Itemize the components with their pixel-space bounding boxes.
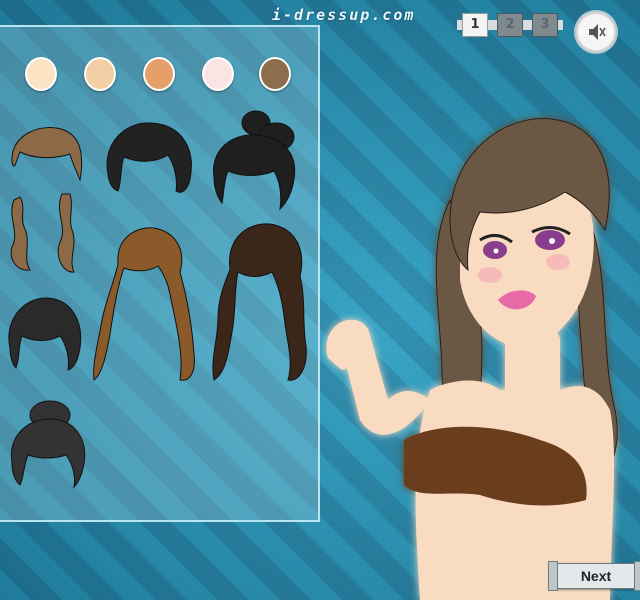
page-button-2[interactable]: 2 xyxy=(492,13,528,37)
skin-tone-swatch-2[interactable] xyxy=(84,57,116,91)
hair-option-1[interactable] xyxy=(2,122,87,282)
hair-option-2[interactable] xyxy=(100,119,198,199)
skin-tone-swatch-4[interactable] xyxy=(202,57,234,91)
hair-option-7[interactable] xyxy=(6,397,88,493)
speaker-muted-icon xyxy=(589,24,606,40)
game-stage: i-dressup.com 1 2 3 Next xyxy=(0,0,640,600)
hair-option-3[interactable] xyxy=(208,107,303,217)
skin-tone-swatch-3[interactable] xyxy=(143,57,175,91)
next-button[interactable]: Next xyxy=(548,561,640,591)
site-logo[interactable]: i-dressup.com xyxy=(272,6,415,24)
dress-up-model[interactable] xyxy=(300,90,640,600)
page-button-3[interactable]: 3 xyxy=(527,13,563,37)
page-button-1[interactable]: 1 xyxy=(457,13,493,37)
skin-tone-swatch-5[interactable] xyxy=(259,57,291,91)
hair-option-4[interactable] xyxy=(88,224,200,389)
hair-option-5[interactable] xyxy=(206,220,310,388)
sound-toggle-button[interactable] xyxy=(576,12,616,52)
skin-tone-swatch-1[interactable] xyxy=(25,57,57,91)
wardrobe-panel xyxy=(0,25,320,522)
hair-option-6[interactable] xyxy=(4,292,84,374)
